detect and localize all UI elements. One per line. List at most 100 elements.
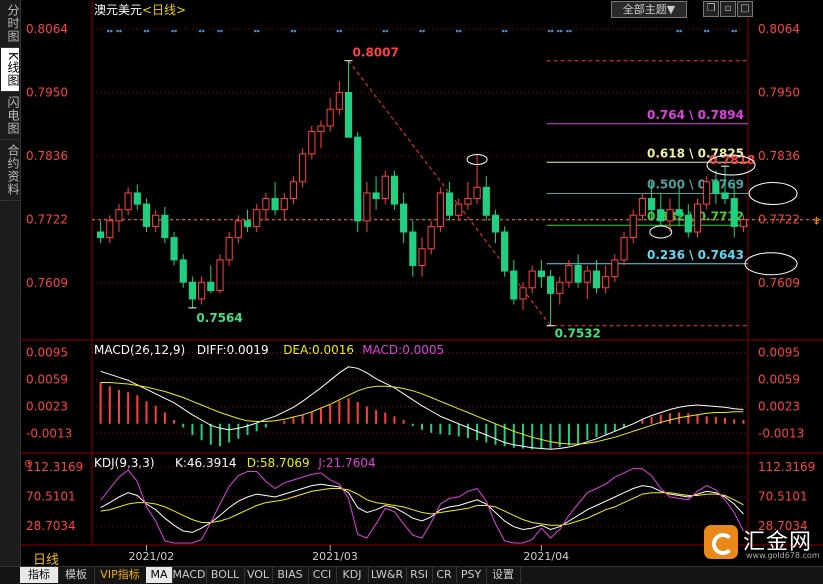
macd-tick-right: -0.0013 bbox=[758, 427, 804, 441]
signal-dot bbox=[556, 29, 560, 33]
current-price-arrow-icon: ⇟ bbox=[812, 215, 821, 228]
candle-body bbox=[390, 175, 399, 205]
signal-dot bbox=[106, 29, 110, 33]
tab-contract-info[interactable]: 合约资料 bbox=[1, 140, 20, 201]
signal-dot bbox=[382, 29, 386, 33]
signal-dot bbox=[198, 29, 202, 33]
x-tick-label: 2021/04 bbox=[523, 550, 569, 563]
theme-dropdown-button[interactable]: 全部主题▼ bbox=[611, 1, 687, 18]
signal-dot bbox=[171, 29, 174, 33]
highlight-ellipse bbox=[744, 252, 798, 276]
kdj-readout: K:46.3914 bbox=[175, 456, 237, 470]
candle-body bbox=[289, 181, 298, 200]
copy-icon[interactable]: ❐ bbox=[703, 1, 719, 17]
bottom-tab-3[interactable]: MA bbox=[146, 567, 173, 583]
candle-body bbox=[207, 281, 215, 292]
macd-readout: DIFF:0.0019 bbox=[197, 343, 269, 357]
candle-body bbox=[583, 270, 591, 283]
period-tag: <日线> bbox=[142, 3, 186, 17]
candle-body bbox=[602, 276, 610, 289]
signal-dot bbox=[256, 29, 260, 33]
y-tick-label-left: 0.7950 bbox=[26, 86, 68, 100]
extreme-price-label: 0.8007 bbox=[353, 46, 399, 60]
candle-body bbox=[427, 225, 435, 250]
y-tick-label-right: 0.7609 bbox=[758, 276, 800, 290]
macd-tick-right: 0.0059 bbox=[758, 373, 800, 387]
candle-body bbox=[721, 192, 729, 200]
candle-body bbox=[546, 276, 555, 294]
tab-flash[interactable]: 闪电图 bbox=[1, 92, 20, 140]
kdj-tick-right: 112.3169 bbox=[758, 460, 815, 474]
bottom-tab-0[interactable]: 指标 bbox=[20, 567, 59, 583]
bottom-tab-12[interactable]: CR bbox=[432, 567, 457, 583]
kdj-d-line bbox=[100, 488, 744, 526]
macd-tick-left: 0.0095 bbox=[26, 346, 68, 360]
macd-tick-left: 0.0059 bbox=[26, 373, 68, 387]
bottom-tab-10[interactable]: LW&R bbox=[368, 567, 407, 583]
signal-dot bbox=[116, 29, 119, 33]
candle-body bbox=[335, 92, 343, 110]
tab-kline[interactable]: K线图 bbox=[1, 48, 20, 92]
macd-readout: MACD:0.0005 bbox=[362, 343, 444, 357]
candle-body bbox=[142, 203, 151, 227]
bottom-tab-9[interactable]: KDJ bbox=[336, 567, 369, 583]
signal-dot bbox=[253, 29, 257, 33]
bottom-tab-7[interactable]: BIAS bbox=[272, 567, 309, 583]
bottom-tab-14[interactable]: 设置 bbox=[486, 567, 521, 583]
symbol-title: 澳元美元 bbox=[94, 3, 142, 17]
bottom-tab-1[interactable]: 模板 bbox=[58, 567, 95, 583]
bottom-tab-4[interactable]: MACD bbox=[172, 567, 207, 583]
x-tick-label: 2021/02 bbox=[129, 550, 175, 563]
macd-readout: DEA:0.0016 bbox=[283, 343, 354, 357]
macd-dea-line bbox=[100, 382, 744, 445]
y-tick-label-left: 0.7609 bbox=[26, 276, 68, 290]
candle-body bbox=[326, 108, 334, 127]
chart-area[interactable]: 0.8064 0.8064 0.7950 0.7950 0.7836 0.7836 0.77… bbox=[20, 0, 823, 566]
signal-dot bbox=[419, 29, 422, 33]
candle-body bbox=[684, 214, 692, 233]
candle-body bbox=[400, 203, 408, 233]
signal-dot bbox=[703, 29, 707, 33]
candle-body bbox=[611, 259, 619, 278]
tab-timeshare[interactable]: 分时图 bbox=[1, 0, 20, 48]
bottom-tab-8[interactable]: CCI bbox=[308, 567, 337, 583]
logo-mark-icon bbox=[704, 525, 738, 559]
candle-body bbox=[693, 203, 702, 233]
x-tick-label: 2021/03 bbox=[312, 550, 358, 563]
kdj-tick-left: 112.3169 bbox=[26, 460, 83, 474]
y-tick-label-right: 0.7836 bbox=[758, 149, 800, 163]
bottom-tab-6[interactable]: VOL bbox=[244, 567, 273, 583]
candle-body bbox=[629, 214, 637, 239]
bottom-tab-13[interactable]: PSY bbox=[456, 567, 487, 583]
candle-body bbox=[225, 237, 233, 261]
signal-dot bbox=[143, 29, 147, 33]
bottom-tab-11[interactable]: RSI bbox=[406, 567, 433, 583]
candle-body bbox=[262, 198, 270, 211]
signal-dot bbox=[706, 29, 710, 33]
signal-dot bbox=[566, 29, 569, 33]
candle-body bbox=[317, 125, 325, 133]
maximize-icon[interactable]: □ bbox=[737, 1, 753, 17]
candle-body bbox=[133, 192, 141, 205]
signal-dot bbox=[501, 29, 505, 33]
signal-dot bbox=[220, 29, 223, 33]
bottom-tab-5[interactable]: BOLL bbox=[206, 567, 245, 583]
restore-icon[interactable]: ▫ bbox=[720, 1, 736, 17]
candle-body bbox=[115, 209, 123, 222]
signal-dot bbox=[336, 29, 340, 33]
signal-dot bbox=[119, 29, 122, 33]
bottom-toolbar: 指标 模板 VIP指标 MA MACD BOLL VOL BIAS CCI KDJ LW&R RSI C… bbox=[0, 566, 823, 584]
macd-dif-line bbox=[100, 366, 744, 450]
logo-site: www.gold678.com bbox=[746, 551, 820, 560]
signal-dot bbox=[339, 29, 343, 33]
candle-body bbox=[730, 198, 738, 227]
bottom-tab-2[interactable]: VIP指标 bbox=[94, 567, 147, 583]
candle-body bbox=[418, 248, 426, 266]
candle-body bbox=[271, 198, 279, 211]
signal-dot bbox=[290, 29, 294, 33]
candle-body bbox=[106, 220, 114, 239]
left-tab-bar: 分时图 K线图 闪电图 合约资料 bbox=[0, 0, 21, 566]
signal-dot bbox=[293, 29, 297, 33]
y-tick-label-left: 0.7722 bbox=[26, 213, 68, 227]
candle-body bbox=[556, 281, 564, 294]
